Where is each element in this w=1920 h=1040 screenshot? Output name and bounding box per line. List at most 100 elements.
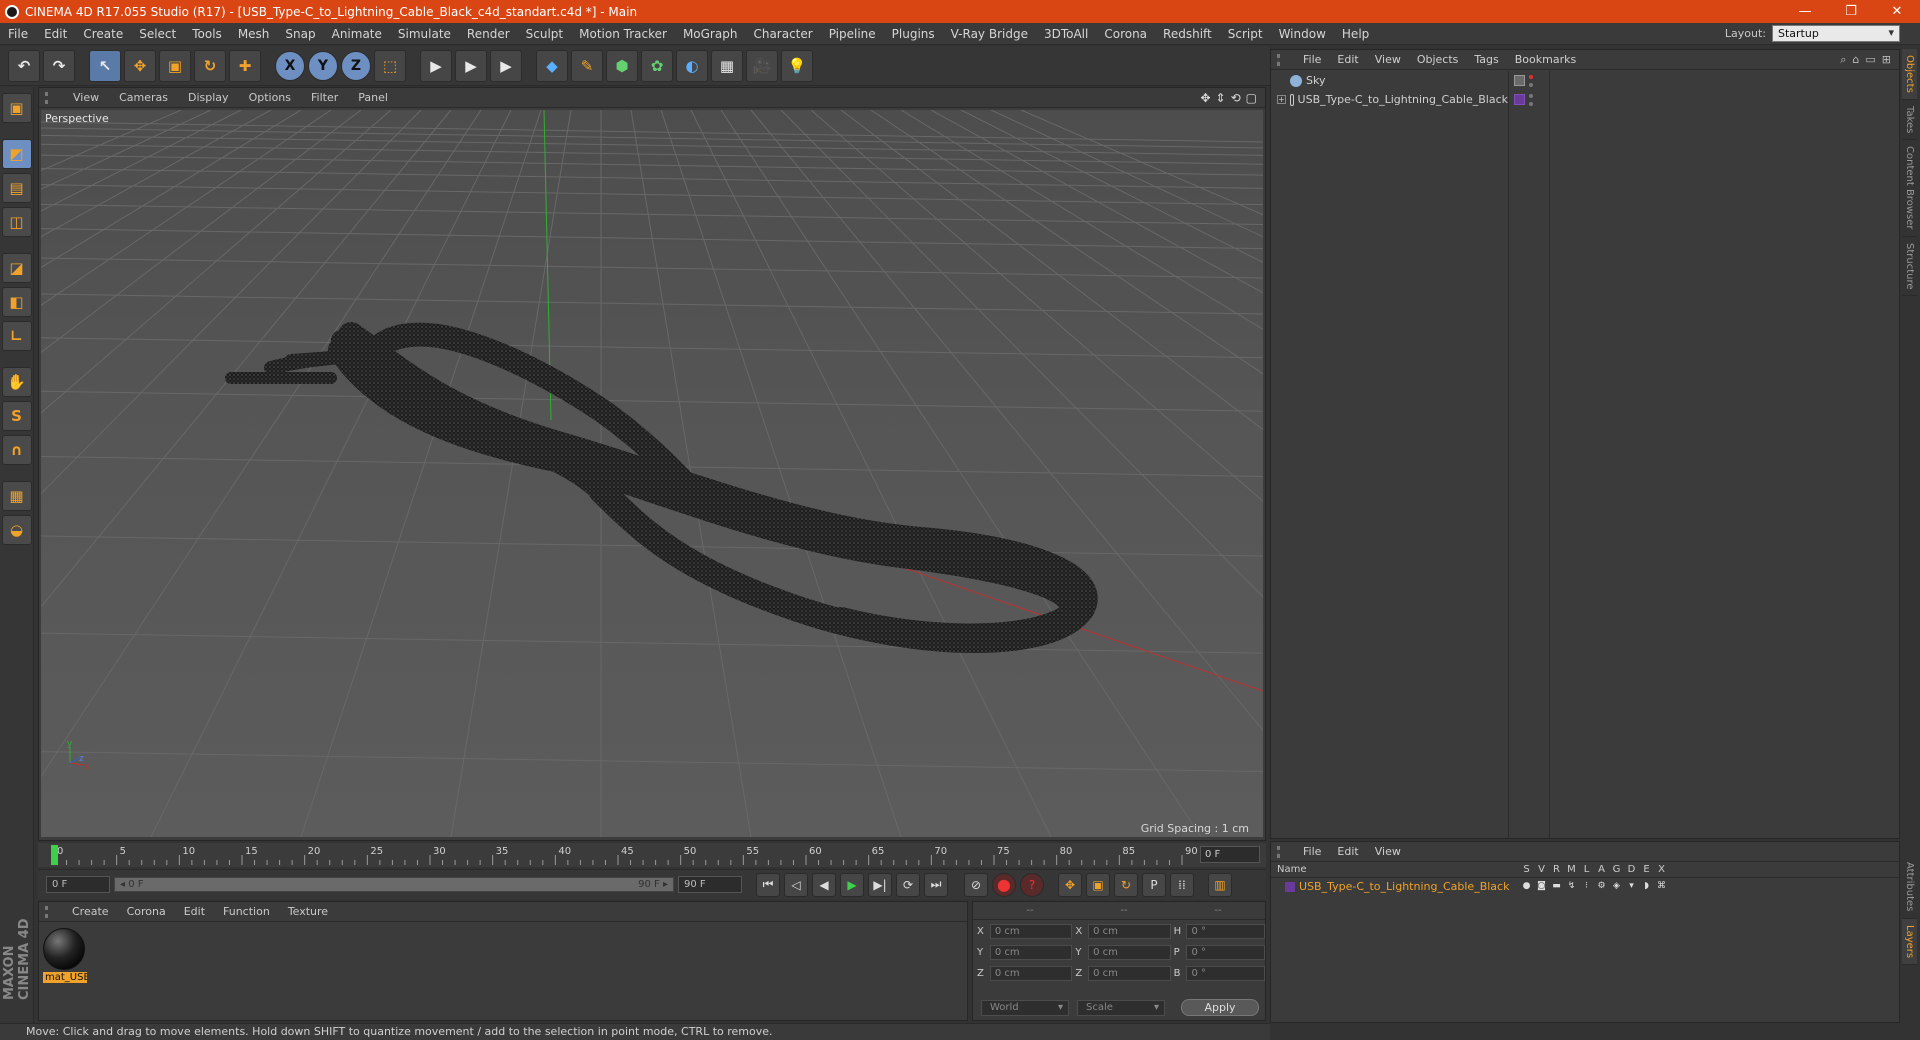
expressions-toggle-icon[interactable]: ◗ bbox=[1639, 881, 1654, 893]
objects-menu-edit[interactable]: Edit bbox=[1329, 53, 1366, 66]
move-icon[interactable]: ✥ bbox=[124, 49, 156, 82]
apply-button[interactable]: Apply bbox=[1181, 999, 1259, 1016]
panel-grip-icon[interactable] bbox=[45, 91, 55, 104]
size-y-field[interactable]: 0 cm bbox=[1088, 944, 1171, 960]
axis-mode-icon[interactable]: ✋ bbox=[1, 367, 32, 397]
workplane-mode-icon[interactable]: ◫ bbox=[1, 207, 32, 237]
layer-tag-icon[interactable] bbox=[1514, 94, 1525, 105]
model-mode-icon[interactable]: ◩ bbox=[1, 139, 32, 169]
max-frame-field[interactable]: 90 F bbox=[678, 876, 742, 893]
z-axis-lock-icon[interactable]: Z bbox=[341, 50, 371, 81]
generators-toggle-icon[interactable]: ◈ bbox=[1609, 881, 1624, 893]
menu-mesh[interactable]: Mesh bbox=[230, 23, 278, 45]
light-icon[interactable]: 💡 bbox=[781, 49, 813, 82]
xrefs-toggle-icon[interactable]: ⌘ bbox=[1654, 881, 1669, 893]
recent-tool-icon[interactable]: ✚ bbox=[229, 49, 261, 82]
material-name[interactable]: mat_USB bbox=[43, 972, 87, 983]
objects-menu-file[interactable]: File bbox=[1295, 53, 1329, 66]
lock-toggle-icon[interactable]: ⁝ bbox=[1579, 881, 1594, 893]
new-window-icon[interactable]: ▭ bbox=[1865, 53, 1875, 67]
menu-create[interactable]: Create bbox=[75, 23, 131, 45]
timeline[interactable]: 0 5 10 15 20 25 30 35 40 45 50 55 60 65 70 75 80 85 90 0 F bbox=[38, 843, 1266, 867]
layer-color-swatch[interactable] bbox=[1285, 881, 1295, 892]
object-name[interactable]: USB_Type-C_to_Lightning_Cable_Black bbox=[1298, 93, 1508, 106]
y-axis-lock-icon[interactable]: Y bbox=[308, 50, 338, 81]
menu-tools[interactable]: Tools bbox=[184, 23, 230, 45]
record-position-icon[interactable]: ✥ bbox=[1058, 872, 1082, 897]
menu-animate[interactable]: Animate bbox=[324, 23, 390, 45]
viewport-menu-panel[interactable]: Panel bbox=[348, 91, 398, 104]
rotate-icon[interactable]: ↻ bbox=[194, 49, 226, 82]
menu-snap[interactable]: Snap bbox=[277, 23, 323, 45]
expand-panel-icon[interactable]: ⊞ bbox=[1882, 53, 1891, 67]
floor-icon[interactable]: ▦ bbox=[711, 49, 743, 82]
tab-content-browser[interactable]: Content Browser bbox=[1902, 140, 1917, 237]
maximize-button[interactable]: ❐ bbox=[1828, 0, 1874, 23]
animation-toggle-icon[interactable]: ⚙ bbox=[1594, 881, 1609, 893]
layers-menu-edit[interactable]: Edit bbox=[1329, 845, 1366, 858]
rotation-b-field[interactable]: 0 ° bbox=[1186, 965, 1266, 981]
menu-select[interactable]: Select bbox=[131, 23, 184, 45]
tab-takes[interactable]: Takes bbox=[1902, 100, 1917, 141]
visibility-dots-icon[interactable] bbox=[1529, 93, 1533, 106]
layers-menu-file[interactable]: File bbox=[1295, 845, 1329, 858]
panel-grip-icon[interactable] bbox=[1277, 845, 1287, 858]
autokeying-icon[interactable]: ? bbox=[1020, 872, 1044, 897]
tab-objects[interactable]: Objects bbox=[1902, 49, 1917, 100]
menu-render[interactable]: Render bbox=[459, 23, 518, 45]
tweak-mode-icon[interactable]: S bbox=[1, 401, 32, 431]
material-menu-texture[interactable]: Texture bbox=[279, 905, 337, 918]
menu-file[interactable]: File bbox=[0, 23, 36, 45]
previous-key-icon[interactable]: ◁ bbox=[784, 872, 808, 897]
record-active-objects-icon[interactable]: ⬤ bbox=[992, 872, 1016, 897]
record-parameter-icon[interactable]: P bbox=[1142, 872, 1166, 897]
x-axis-lock-icon[interactable]: X bbox=[275, 50, 305, 81]
previous-frame-icon[interactable]: ◀ bbox=[812, 872, 836, 897]
go-to-start-icon[interactable]: ⏮ bbox=[756, 872, 780, 897]
view-toggle-icon[interactable]: ◙ bbox=[1534, 881, 1549, 893]
dolly-view-icon[interactable]: ⇕ bbox=[1216, 91, 1226, 105]
go-to-end-icon[interactable]: ⏭ bbox=[924, 872, 948, 897]
layout-dropdown[interactable]: Startup bbox=[1772, 25, 1900, 42]
menu-edit[interactable]: Edit bbox=[36, 23, 75, 45]
viewport-menu-view[interactable]: View bbox=[63, 91, 109, 104]
mograph-cloner-icon[interactable]: ✿ bbox=[641, 49, 673, 82]
menu-character[interactable]: Character bbox=[745, 23, 820, 45]
next-frame-icon[interactable]: ▶| bbox=[868, 872, 892, 897]
position-x-field[interactable]: 0 cm bbox=[989, 923, 1073, 939]
menu-mograph[interactable]: MoGraph bbox=[675, 23, 746, 45]
camera-icon[interactable]: 🎥 bbox=[746, 49, 778, 82]
record-rotation-icon[interactable]: ↻ bbox=[1114, 872, 1138, 897]
min-frame-field[interactable]: 0 F bbox=[46, 876, 110, 893]
deformer-icon[interactable]: ◐ bbox=[676, 49, 708, 82]
layers-menu-view[interactable]: View bbox=[1367, 845, 1409, 858]
tab-layers[interactable]: Layers bbox=[1902, 918, 1917, 965]
position-y-field[interactable]: 0 cm bbox=[989, 944, 1073, 960]
size-x-field[interactable]: 0 cm bbox=[1088, 923, 1171, 939]
material-menu-function[interactable]: Function bbox=[214, 905, 279, 918]
position-z-field[interactable]: 0 cm bbox=[989, 965, 1073, 981]
menu-motion-tracker[interactable]: Motion Tracker bbox=[571, 23, 675, 45]
objects-menu-tags[interactable]: Tags bbox=[1466, 53, 1506, 66]
current-frame-field[interactable]: 0 F bbox=[1200, 846, 1260, 863]
minimize-button[interactable]: — bbox=[1782, 0, 1828, 23]
playhead[interactable] bbox=[51, 845, 58, 865]
motion-path-icon[interactable]: ⊘ bbox=[964, 872, 988, 897]
camera-label[interactable]: Perspective bbox=[45, 112, 109, 125]
undo-icon[interactable]: ↶ bbox=[8, 49, 40, 82]
pan-view-icon[interactable]: ✥ bbox=[1200, 91, 1210, 105]
subdivision-surface-icon[interactable]: ⬢ bbox=[606, 49, 638, 82]
menu-plugins[interactable]: Plugins bbox=[884, 23, 943, 45]
menu-corona[interactable]: Corona bbox=[1096, 23, 1155, 45]
objects-menu-bookmarks[interactable]: Bookmarks bbox=[1507, 53, 1584, 66]
texture-mode-icon[interactable]: ▤ bbox=[1, 173, 32, 203]
viewport-menu-display[interactable]: Display bbox=[178, 91, 239, 104]
play-icon[interactable]: ▶ bbox=[840, 872, 864, 897]
preview-range-slider[interactable]: ◂ 0 F 90 F ▸ bbox=[114, 877, 674, 892]
object-row-sky[interactable]: Sky bbox=[1271, 71, 1508, 90]
expand-toggle-icon[interactable]: + bbox=[1277, 95, 1286, 104]
menu-simulate[interactable]: Simulate bbox=[390, 23, 459, 45]
scale-icon[interactable]: ▣ bbox=[159, 49, 191, 82]
objects-menu-objects[interactable]: Objects bbox=[1409, 53, 1467, 66]
coordinate-space-dropdown[interactable]: World bbox=[981, 999, 1069, 1016]
